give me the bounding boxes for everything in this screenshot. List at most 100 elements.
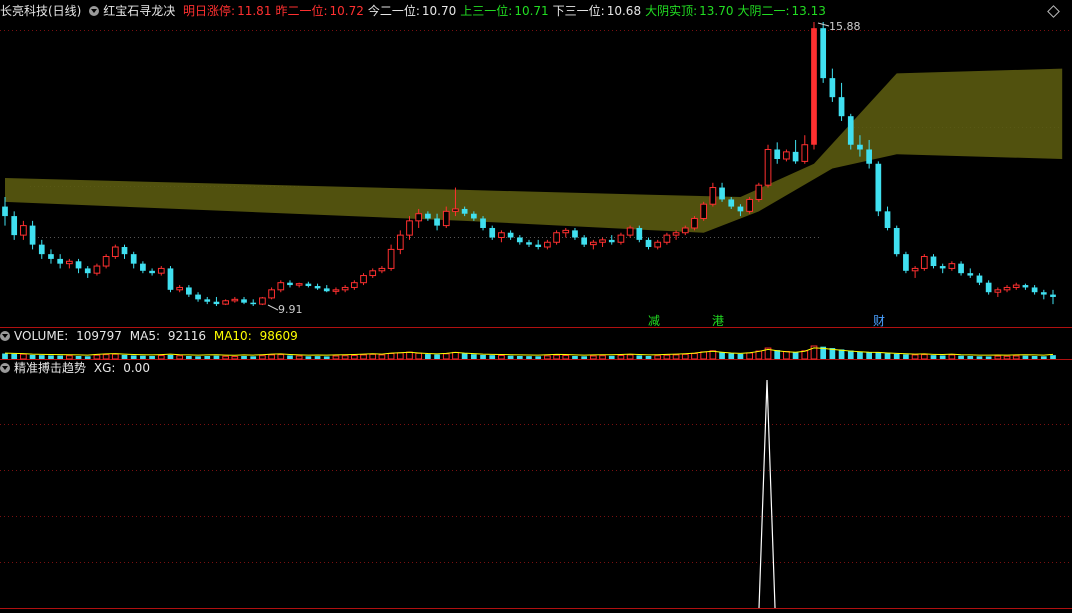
volume-bar (645, 355, 652, 359)
price-band (5, 68, 1063, 233)
sub-indicator-menu-icon[interactable] (0, 363, 10, 373)
candle-body (442, 210, 450, 227)
sub-indicator-header: 精准搏击趋势 XG: 0.00 (0, 357, 154, 379)
candle (305, 281, 312, 288)
event-marker-cai[interactable]: 财 (873, 312, 885, 329)
candle (314, 283, 321, 290)
stock-name[interactable]: 长亮科技(日线) (0, 4, 81, 18)
volume-bar (498, 354, 505, 360)
candle-body (764, 148, 772, 186)
volume-series[interactable] (2, 345, 1056, 360)
candle (167, 266, 174, 293)
volume-bar (1031, 355, 1038, 359)
volume-bar (287, 355, 293, 359)
candle (387, 244, 395, 271)
indicator-menu-icon[interactable] (89, 6, 100, 16)
volume-bar (461, 353, 468, 359)
candle (250, 299, 257, 306)
candle (672, 230, 680, 240)
ma10-label: MA10: (213, 329, 252, 343)
event-marker-gang[interactable]: 港 (712, 312, 724, 329)
ma5-value: 92116 (167, 329, 207, 343)
candle-body (746, 198, 753, 212)
volume-bar (663, 354, 671, 360)
candle-body (535, 244, 542, 248)
candle (691, 216, 698, 231)
event-marker-jian[interactable]: 减 (648, 312, 660, 329)
indicator-item-label-4: 下三一位: (552, 4, 605, 18)
volume-bar (434, 354, 440, 359)
candle (498, 230, 505, 243)
indicator-name[interactable]: 红宝石寻龙决 (103, 4, 175, 18)
volume-label: VOLUME: (14, 329, 69, 343)
candle-body (663, 234, 671, 243)
volume-bar (755, 350, 763, 360)
candle (801, 135, 809, 164)
candle-body (884, 211, 891, 228)
candle-body (1022, 285, 1029, 288)
candle-body (866, 149, 872, 164)
candle-series[interactable] (2, 22, 1056, 306)
candle (378, 266, 386, 274)
candle-body (452, 208, 459, 212)
candle-body (29, 225, 36, 245)
candle (140, 261, 146, 274)
candle (1003, 285, 1011, 293)
candle (553, 230, 560, 245)
candle-body (20, 225, 27, 236)
candle-body (608, 239, 615, 243)
volume-bar (572, 355, 578, 359)
candle (287, 280, 293, 288)
volume-bar (157, 355, 165, 360)
volume-bar (387, 353, 395, 360)
candle-body (360, 275, 367, 284)
volume-bar (195, 356, 201, 359)
candle (66, 258, 73, 269)
ma5-label: MA5: (129, 329, 161, 343)
candle-body (332, 289, 340, 292)
candle-body (636, 227, 643, 240)
volume-bar (1012, 355, 1020, 360)
candle-body (489, 227, 496, 238)
candle-body (84, 268, 91, 274)
volume-bar (608, 355, 615, 359)
xg-signal-series[interactable] (758, 379, 776, 609)
candle (268, 287, 275, 300)
price-band-area (5, 68, 1063, 233)
sub-indicator-name[interactable]: 精准搏击趋势 (14, 361, 86, 375)
volume-bar (415, 352, 423, 360)
candle (259, 296, 266, 306)
candle (663, 232, 671, 245)
volume-bar (875, 352, 882, 359)
volume-menu-icon[interactable] (0, 331, 10, 341)
candle-body (396, 234, 404, 250)
candle-body (323, 288, 330, 292)
candle-body (847, 116, 854, 145)
candle (755, 182, 763, 202)
candle (29, 220, 36, 250)
candle-body (93, 265, 101, 274)
volume-bar (1003, 355, 1011, 360)
volume-bar (396, 352, 404, 360)
candle-body (66, 260, 73, 265)
candle-body (378, 267, 386, 272)
volume-bar (967, 355, 974, 359)
volume-bar (1022, 355, 1029, 359)
candle-body (461, 208, 468, 214)
candle (820, 22, 827, 83)
candle (186, 285, 192, 297)
candle-body (948, 263, 956, 269)
candle (994, 287, 1002, 297)
chart-canvas[interactable] (0, 0, 1072, 613)
candle-body (617, 234, 625, 243)
volume-bar (507, 355, 514, 359)
indicator-item-label-3: 上三一位: (460, 4, 513, 18)
candle (746, 197, 753, 214)
candle (838, 82, 845, 121)
candle-body (406, 220, 413, 236)
indicator-item-label-2: 今二一位: (367, 4, 420, 18)
indicator-item-value-4: 10.68 (606, 4, 642, 18)
volume-bar (332, 355, 340, 360)
candle-body (544, 241, 551, 248)
volume-bar (241, 355, 247, 359)
